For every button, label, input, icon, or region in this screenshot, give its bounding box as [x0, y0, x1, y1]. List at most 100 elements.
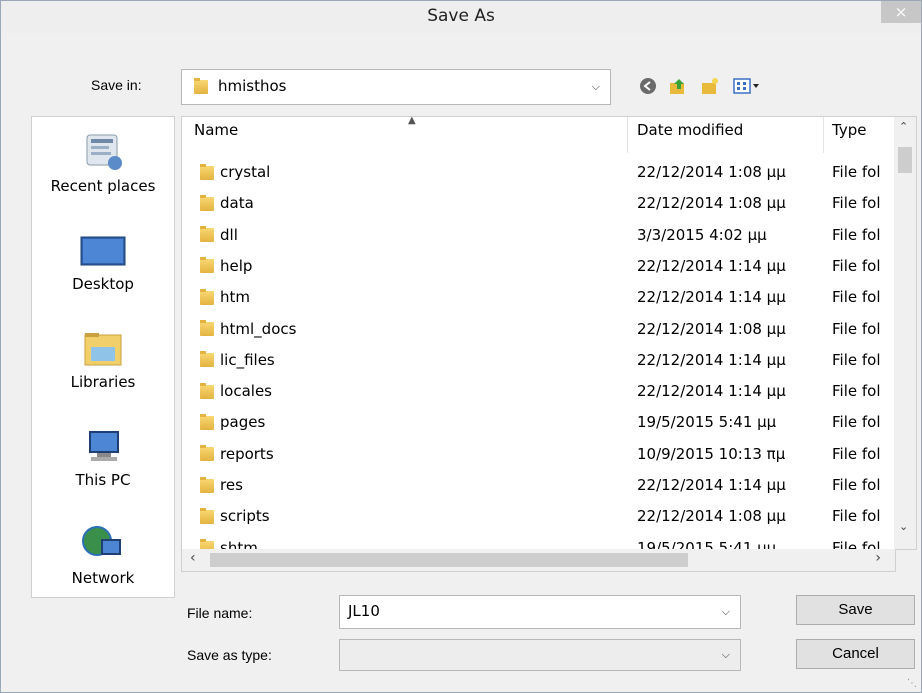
type-cell: File fol [832, 413, 881, 432]
folder-icon [200, 163, 214, 180]
back-arrow-icon[interactable] [639, 77, 657, 95]
file-name-text: reports [220, 444, 274, 463]
file-row[interactable]: crystal 22/12/2014 1:08 μμ File fol [182, 157, 895, 188]
file-name-cell: htm [200, 288, 250, 306]
save-in-value: hmisthos [218, 77, 287, 95]
save-as-type-dropdown[interactable]: ⌵ [339, 639, 741, 671]
title-bar: Save As × [1, 1, 921, 33]
folder-icon [200, 413, 214, 430]
folder-icon [200, 351, 214, 368]
file-name-text: html_docs [220, 319, 297, 338]
file-name-cell: pages [200, 413, 265, 431]
file-name-cell: scripts [200, 507, 270, 525]
type-cell: File fol [832, 288, 881, 307]
date-modified-cell: 22/12/2014 1:14 μμ [637, 350, 786, 369]
date-modified-cell: 19/5/2015 5:41 μμ [637, 413, 777, 432]
file-name-text: crystal [220, 163, 271, 181]
type-cell: File fol [832, 225, 881, 244]
type-cell: File fol [832, 507, 881, 526]
type-cell: File fol [832, 163, 881, 181]
file-row[interactable]: help 22/12/2014 1:14 μμ File fol [182, 251, 895, 282]
file-name-text: dll [220, 225, 238, 244]
file-row[interactable]: pages 19/5/2015 5:41 μμ File fol [182, 407, 895, 438]
file-row[interactable]: data 22/12/2014 1:08 μμ File fol [182, 188, 895, 219]
file-name-text: htm [220, 288, 250, 307]
chevron-down-icon: ⌵ [591, 80, 600, 93]
folder-icon [200, 288, 214, 305]
network-icon [79, 523, 127, 565]
folder-icon [200, 320, 214, 336]
vertical-scroll-thumb[interactable] [898, 147, 912, 173]
save-as-dialog: Save As × Save in: hmisthos ⌵ Recent pla… [0, 0, 922, 693]
file-row[interactable]: res 22/12/2014 1:14 μμ File fol [182, 470, 895, 501]
libraries-icon [79, 327, 127, 369]
scroll-down-icon[interactable]: ⌄ [899, 520, 908, 533]
file-name-text: res [220, 476, 243, 494]
folder-icon [200, 476, 214, 493]
scroll-left-icon[interactable]: ‹ [190, 550, 196, 566]
file-name-cell: data [200, 194, 254, 212]
save-in-label: Save in: [91, 77, 142, 93]
scroll-right-icon[interactable]: › [875, 550, 881, 566]
place-label: Desktop [72, 275, 134, 293]
dialog-title: Save As [427, 6, 495, 26]
close-button[interactable]: × [881, 1, 921, 23]
file-row[interactable]: locales 22/12/2014 1:14 μμ File fol [182, 376, 895, 407]
type-cell: File fol [832, 194, 881, 213]
cancel-button[interactable]: Cancel [796, 639, 915, 669]
column-header-date-modified[interactable]: Date modified [637, 121, 743, 139]
date-modified-cell: 22/12/2014 1:14 μμ [637, 256, 786, 275]
new-folder-icon[interactable] [701, 77, 719, 95]
place-label: This PC [75, 471, 131, 489]
folder-icon [194, 78, 208, 94]
scroll-up-icon[interactable]: ⌃ [899, 120, 908, 133]
place-libraries[interactable]: Libraries [32, 327, 174, 391]
file-name-cell: locales [200, 382, 272, 400]
file-row[interactable]: htm 22/12/2014 1:14 μμ File fol [182, 282, 895, 313]
type-cell: File fol [832, 350, 881, 369]
column-header-name[interactable]: Name [194, 121, 238, 139]
vertical-scrollbar[interactable]: ⌃ ⌄ [894, 116, 917, 550]
file-name-cell: help [200, 257, 252, 275]
place-desktop[interactable]: Desktop [32, 229, 174, 293]
horizontal-scrollbar[interactable]: ‹ › [181, 549, 896, 572]
save-as-type-label: Save as type: [187, 647, 272, 663]
places-bar: Recent places Desktop Libraries This PC … [31, 116, 175, 598]
column-header-type[interactable]: Type [832, 121, 866, 139]
chevron-down-icon: ⌵ [721, 648, 730, 661]
folder-icon [200, 226, 214, 243]
type-cell: File fol [832, 444, 881, 463]
up-folder-icon[interactable] [669, 77, 687, 95]
save-button[interactable]: Save [796, 595, 915, 625]
file-row[interactable]: lic_files 22/12/2014 1:14 μμ File fol [182, 345, 895, 376]
file-row[interactable]: reports 10/9/2015 10:13 πμ File fol [182, 439, 895, 470]
file-row[interactable]: shtm 19/5/2015 5:41 μμ File fol [182, 533, 895, 549]
date-modified-cell: 22/12/2014 1:08 μμ [637, 319, 786, 338]
file-list[interactable]: Name ▲ Date modified Type crystal 22/12/2… [181, 116, 896, 550]
file-name-cell: res [200, 476, 243, 494]
file-name-cell: dll [200, 226, 238, 244]
save-in-dropdown[interactable]: hmisthos ⌵ [181, 69, 611, 105]
folder-icon [200, 257, 214, 274]
resize-grip-icon[interactable]: ⋱ [907, 678, 919, 690]
file-name-text: lic_files [220, 350, 275, 369]
date-modified-cell: 3/3/2015 4:02 μμ [637, 225, 767, 244]
view-menu-icon[interactable] [733, 77, 761, 95]
file-name-text: data [220, 194, 254, 213]
type-cell: File fol [832, 476, 881, 494]
chevron-down-icon: ⌵ [721, 605, 730, 618]
place-recent-places[interactable]: Recent places [32, 131, 174, 195]
this-pc-icon [79, 425, 127, 467]
type-cell: File fol [832, 319, 881, 338]
horizontal-scroll-thumb[interactable] [210, 553, 688, 567]
date-modified-cell: 22/12/2014 1:08 μμ [637, 163, 786, 181]
place-this-pc[interactable]: This PC [32, 425, 174, 489]
file-row[interactable]: html_docs 22/12/2014 1:08 μμ File fol [182, 314, 895, 345]
file-name-text: scripts [220, 507, 270, 526]
file-row[interactable]: scripts 22/12/2014 1:08 μμ File fol [182, 501, 895, 532]
date-modified-cell: 22/12/2014 1:14 μμ [637, 288, 786, 307]
file-name-cell: crystal [200, 163, 270, 181]
place-network[interactable]: Network [32, 523, 174, 587]
file-row[interactable]: dll 3/3/2015 4:02 μμ File fol [182, 220, 895, 251]
file-name-input[interactable]: JL10 ⌵ [339, 595, 741, 629]
